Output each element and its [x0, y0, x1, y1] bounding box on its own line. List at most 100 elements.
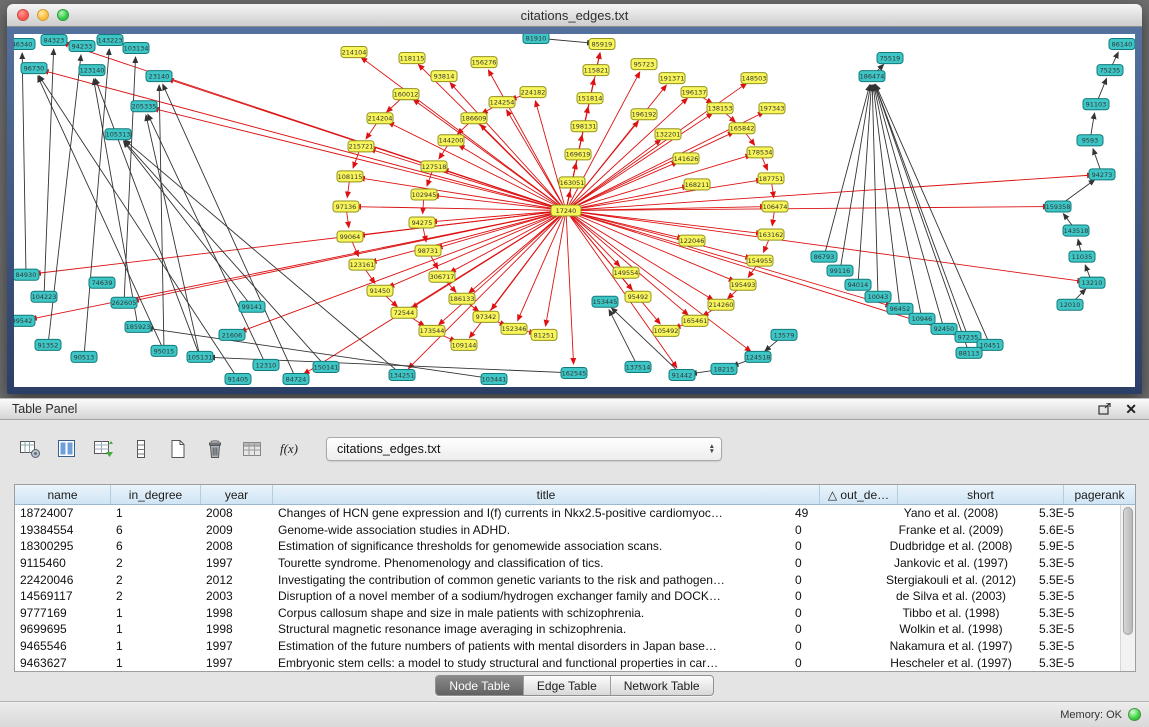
graph-node[interactable]: 262605 — [111, 297, 137, 308]
graph-node[interactable]: 137514 — [625, 361, 651, 372]
citation-edge-red[interactable] — [459, 145, 566, 211]
graph-node[interactable]: 75519 — [877, 53, 903, 64]
graph-node[interactable]: 124518 — [745, 351, 771, 362]
graph-node[interactable]: 198131 — [571, 121, 597, 132]
graph-node[interactable]: 91352 — [35, 339, 61, 350]
citation-edge-red[interactable] — [469, 211, 566, 293]
graph-node[interactable]: 156276 — [471, 57, 497, 68]
citation-edge-black[interactable] — [148, 114, 266, 365]
graph-node[interactable]: 148503 — [741, 73, 767, 84]
graph-node[interactable]: 141626 — [673, 153, 699, 164]
graph-node[interactable]: 122046 — [679, 235, 705, 246]
graph-node[interactable]: 84323 — [41, 35, 67, 46]
graph-node[interactable]: 186609 — [461, 113, 487, 124]
tab-network-table[interactable]: Network Table — [610, 676, 713, 695]
graph-node[interactable]: 118115 — [399, 53, 425, 64]
citation-edge-red[interactable] — [408, 211, 566, 369]
graph-node[interactable]: 105131 — [187, 351, 213, 362]
table-source-select[interactable]: citations_edges.txt ▲▼ — [326, 437, 722, 461]
graph-node[interactable]: 91450 — [367, 285, 393, 296]
citation-edge-black[interactable] — [22, 53, 26, 275]
graph-node[interactable]: 196137 — [681, 87, 707, 98]
graph-node[interactable]: 99064 — [337, 231, 363, 242]
graph-node[interactable]: 90513 — [71, 351, 97, 362]
close-panel-icon[interactable]: ✕ — [1125, 402, 1137, 416]
citation-edge-red[interactable] — [566, 211, 762, 234]
graph-node[interactable]: 159358 — [1045, 201, 1071, 212]
graph-node[interactable]: 98731 — [415, 245, 441, 256]
graph-node[interactable]: 187751 — [758, 173, 784, 184]
graph-node[interactable]: 165461 — [682, 315, 708, 326]
graph-node[interactable]: 115821 — [583, 65, 609, 76]
graph-node[interactable]: 9593 — [1077, 135, 1103, 146]
graph-node[interactable]: 224182 — [520, 87, 546, 98]
graph-node[interactable]: 12010 — [1057, 299, 1083, 310]
graph-node[interactable]: 103134 — [123, 43, 149, 54]
table-row[interactable]: 969969511998Structural magnetic resonanc… — [15, 621, 1120, 638]
graph-node[interactable]: 205335 — [131, 101, 157, 112]
graph-node[interactable]: 306717 — [429, 271, 455, 282]
graph-node[interactable]: 215721 — [348, 141, 374, 152]
graph-node[interactable]: 124254 — [489, 97, 515, 108]
column-header-pagerank[interactable]: pagerank — [1064, 485, 1135, 504]
graph-node[interactable]: 72544 — [391, 307, 417, 318]
table-row[interactable]: 911546021997Tourette syndrome. Phenomeno… — [15, 555, 1120, 572]
graph-node[interactable]: 74639 — [89, 277, 115, 288]
graph-node[interactable]: 150141 — [313, 361, 339, 372]
graph-node[interactable]: 11035 — [1069, 251, 1095, 262]
window-titlebar[interactable]: citations_edges.txt — [7, 4, 1142, 27]
graph-node[interactable]: 96730 — [21, 63, 47, 74]
table-row[interactable]: 946554611997Estimation of the future num… — [15, 638, 1120, 655]
graph-node[interactable]: 23140 — [146, 71, 172, 82]
graph-node[interactable]: 153445 — [592, 296, 618, 307]
graph-node[interactable]: 91405 — [225, 373, 251, 384]
graph-node[interactable]: 103441 — [481, 373, 507, 384]
graph-node[interactable]: 75235 — [1097, 65, 1123, 76]
tab-node-table[interactable]: Node Table — [436, 676, 523, 695]
graph-node[interactable]: 46340 — [14, 39, 35, 50]
citation-edge-red[interactable] — [566, 211, 574, 364]
graph-node[interactable]: 214204 — [367, 113, 393, 124]
graph-node[interactable]: 163162 — [758, 229, 784, 240]
citation-edge-red[interactable] — [566, 175, 1093, 210]
graph-node[interactable]: 99116 — [827, 265, 853, 276]
citation-edge-red[interactable] — [566, 211, 1083, 282]
citation-edge-black[interactable] — [159, 85, 164, 351]
graph-node[interactable]: 162545 — [561, 367, 587, 378]
zoom-window-button[interactable] — [57, 9, 69, 21]
graph-node[interactable]: 13210 — [1079, 277, 1105, 288]
table-row[interactable]: 1830029562008Estimation of significance … — [15, 538, 1120, 555]
column-header-year[interactable]: year — [201, 485, 273, 504]
table-row[interactable]: 946362711997Embryonic stem cells: a mode… — [15, 654, 1120, 671]
graph-node[interactable]: 17240 — [551, 205, 581, 216]
network-canvas[interactable]: 1724016305116961919813115181411582185919… — [14, 34, 1135, 387]
graph-node[interactable]: 105492 — [653, 325, 679, 336]
graph-node[interactable]: 123140 — [79, 65, 105, 76]
graph-node[interactable]: 10043 — [865, 291, 891, 302]
graph-node[interactable]: 165842 — [729, 123, 755, 134]
graph-node[interactable]: 109144 — [451, 339, 477, 350]
citation-edge-red[interactable] — [566, 211, 891, 307]
graph-node[interactable]: 99542 — [14, 315, 35, 326]
citation-edge-red[interactable] — [370, 149, 566, 210]
graph-node[interactable]: 94275 — [409, 217, 435, 228]
citation-edge-black[interactable] — [124, 141, 252, 306]
table-row[interactable]: 977716911998Corpus callosum shape and si… — [15, 605, 1120, 622]
graph-node[interactable]: 169619 — [565, 149, 591, 160]
column-header-name[interactable]: name — [15, 485, 111, 504]
graph-node[interactable]: 102945 — [411, 189, 437, 200]
graph-node[interactable]: 108115 — [337, 171, 363, 182]
graph-node[interactable]: 85919 — [589, 39, 615, 50]
graph-node[interactable]: 104223 — [31, 291, 57, 302]
delete-column-button[interactable] — [201, 435, 229, 463]
row-selector-button[interactable] — [127, 435, 155, 463]
graph-node[interactable]: 143223 — [97, 35, 123, 46]
graph-node[interactable]: 127518 — [421, 161, 447, 172]
graph-node[interactable]: 97342 — [473, 311, 499, 322]
edit-table-button[interactable] — [90, 435, 118, 463]
graph-node[interactable]: 95723 — [631, 59, 657, 70]
table-row[interactable]: 1456911722003Disruption of a novel membe… — [15, 588, 1120, 605]
citation-edge-red[interactable] — [566, 180, 762, 211]
graph-node[interactable]: 81910 — [523, 34, 549, 44]
scrollbar-thumb[interactable] — [1123, 507, 1133, 635]
